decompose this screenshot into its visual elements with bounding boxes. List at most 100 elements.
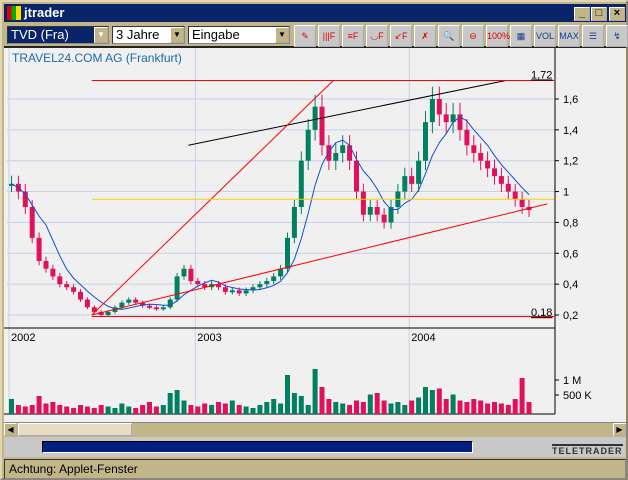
volume-bar [457,400,463,414]
moving-average-line [11,116,530,310]
y-tick-label: 1 [563,187,569,199]
min-label: 0,18 [531,307,552,319]
candle [416,160,422,184]
volume-tick-label: 1 M [563,375,581,387]
y-tick-label: 0,8 [563,217,578,229]
period-value: 3 Jahre [116,27,160,42]
candle [443,114,449,123]
volume-bar [167,393,173,414]
volume-bar [436,388,442,414]
volume-bar [250,408,256,414]
volume-bar [388,403,394,414]
y-tick-label: 0,2 [563,310,578,322]
scroll-right-icon[interactable]: ▶ [613,423,626,436]
candle [354,160,359,192]
candle [347,145,353,161]
volume-bar [36,396,42,414]
volume-bar [285,375,290,414]
candle [505,183,511,192]
volume-bar [409,400,415,414]
candle [498,176,504,184]
volume-bar [326,399,332,414]
red-rise-line [91,80,334,316]
candle [485,160,491,169]
volume-bar [278,403,284,414]
volume-bar [57,405,63,414]
chart-area[interactable]: TRAVEL24.COM AG (Frankfurt) 0,2 0,4 0,6 0,8… [4,48,626,422]
volume-bar [147,402,152,414]
minimize-button[interactable]: _ [574,7,590,21]
volume-bar [423,387,428,414]
mode-select[interactable]: Eingabe ▼ [188,26,290,44]
grid-button[interactable]: ▦ [510,25,532,47]
candle [319,106,325,146]
candle [84,299,90,308]
comment-button[interactable]: ☰ [582,25,604,47]
candle [285,237,290,269]
pencil-button[interactable]: ✎ [294,25,316,47]
candle [402,176,408,192]
volume-bar [367,394,373,414]
volume-bar [402,405,408,414]
maximize-button[interactable]: □ [591,7,607,21]
chevron-down-icon[interactable]: ▼ [94,27,108,43]
candle [326,145,332,161]
horizontal-scrollbar[interactable]: ◀ ▶ [4,422,626,436]
zoom-in-button[interactable]: 🔍 [438,25,460,47]
mode-value: Eingabe [192,27,240,42]
candle [36,237,42,261]
volume-tick-label: 500 K [563,390,592,402]
volume-bar [112,408,118,414]
candle [243,290,249,294]
candle [257,284,263,288]
volume-bar [71,408,77,414]
chevron-down-icon[interactable]: ▼ [275,27,289,43]
zoom-100-button[interactable]: 100% [486,25,510,47]
volume-bar [354,400,359,414]
chart-type-button[interactable]: ↯ [606,25,628,47]
candle [291,206,297,238]
volume-bar [9,399,14,414]
volume-bar [450,394,456,414]
vertical-lines-button[interactable]: |||F [318,25,340,47]
symbol-select[interactable]: TVD (Fra) ▼ [7,26,109,44]
candle [188,268,194,282]
price-chart[interactable]: 0,2 0,4 0,6 0,8 1 1,2 1,4 1,6 2002 2003 2004 1,72 0,… [4,48,626,422]
candle [160,307,166,310]
candle [340,145,346,153]
toolbar: TVD (Fra) ▼ 3 Jahre ▼ Eingabe ▼ ✎ |||F ≡F ◡F ↙F… [4,24,628,61]
candle [29,206,35,238]
progress-area: TELETRADER [4,437,626,457]
scroll-thumb[interactable] [18,423,132,436]
candle [464,129,470,146]
candle [333,152,339,161]
max-min-button[interactable]: MAX MIN [558,25,580,61]
horizontal-lines-button[interactable]: ≡F [342,25,364,47]
volume-bar [243,406,249,414]
candle [147,305,152,308]
zoom-out-button[interactable]: ⊖ [462,25,484,47]
candle [153,307,159,310]
scroll-left-icon[interactable]: ◀ [4,423,17,436]
candle [429,98,435,123]
red-support-line [91,203,548,316]
volume-bar [64,406,70,414]
volume-bar [471,399,477,414]
candle [360,191,366,215]
period-select[interactable]: 3 Jahre ▼ [112,26,185,44]
volume-bar [140,405,146,414]
volume-button[interactable]: VOL [534,25,556,47]
close-button[interactable]: × [609,7,625,21]
volume-bar [50,402,56,414]
delete-drawing-button[interactable]: ✗ [414,25,436,47]
chart-title: TRAVEL24.COM AG (Frankfurt) [12,51,182,65]
candle [381,214,387,223]
arcs-button[interactable]: ◡F [366,25,388,47]
candle [133,299,139,303]
chevron-down-icon[interactable]: ▼ [170,27,184,43]
volume-bar [195,406,201,414]
volume-bar [519,378,525,414]
fan-button[interactable]: ↙F [390,25,412,47]
volume-bar [209,405,215,414]
candle [119,302,125,308]
